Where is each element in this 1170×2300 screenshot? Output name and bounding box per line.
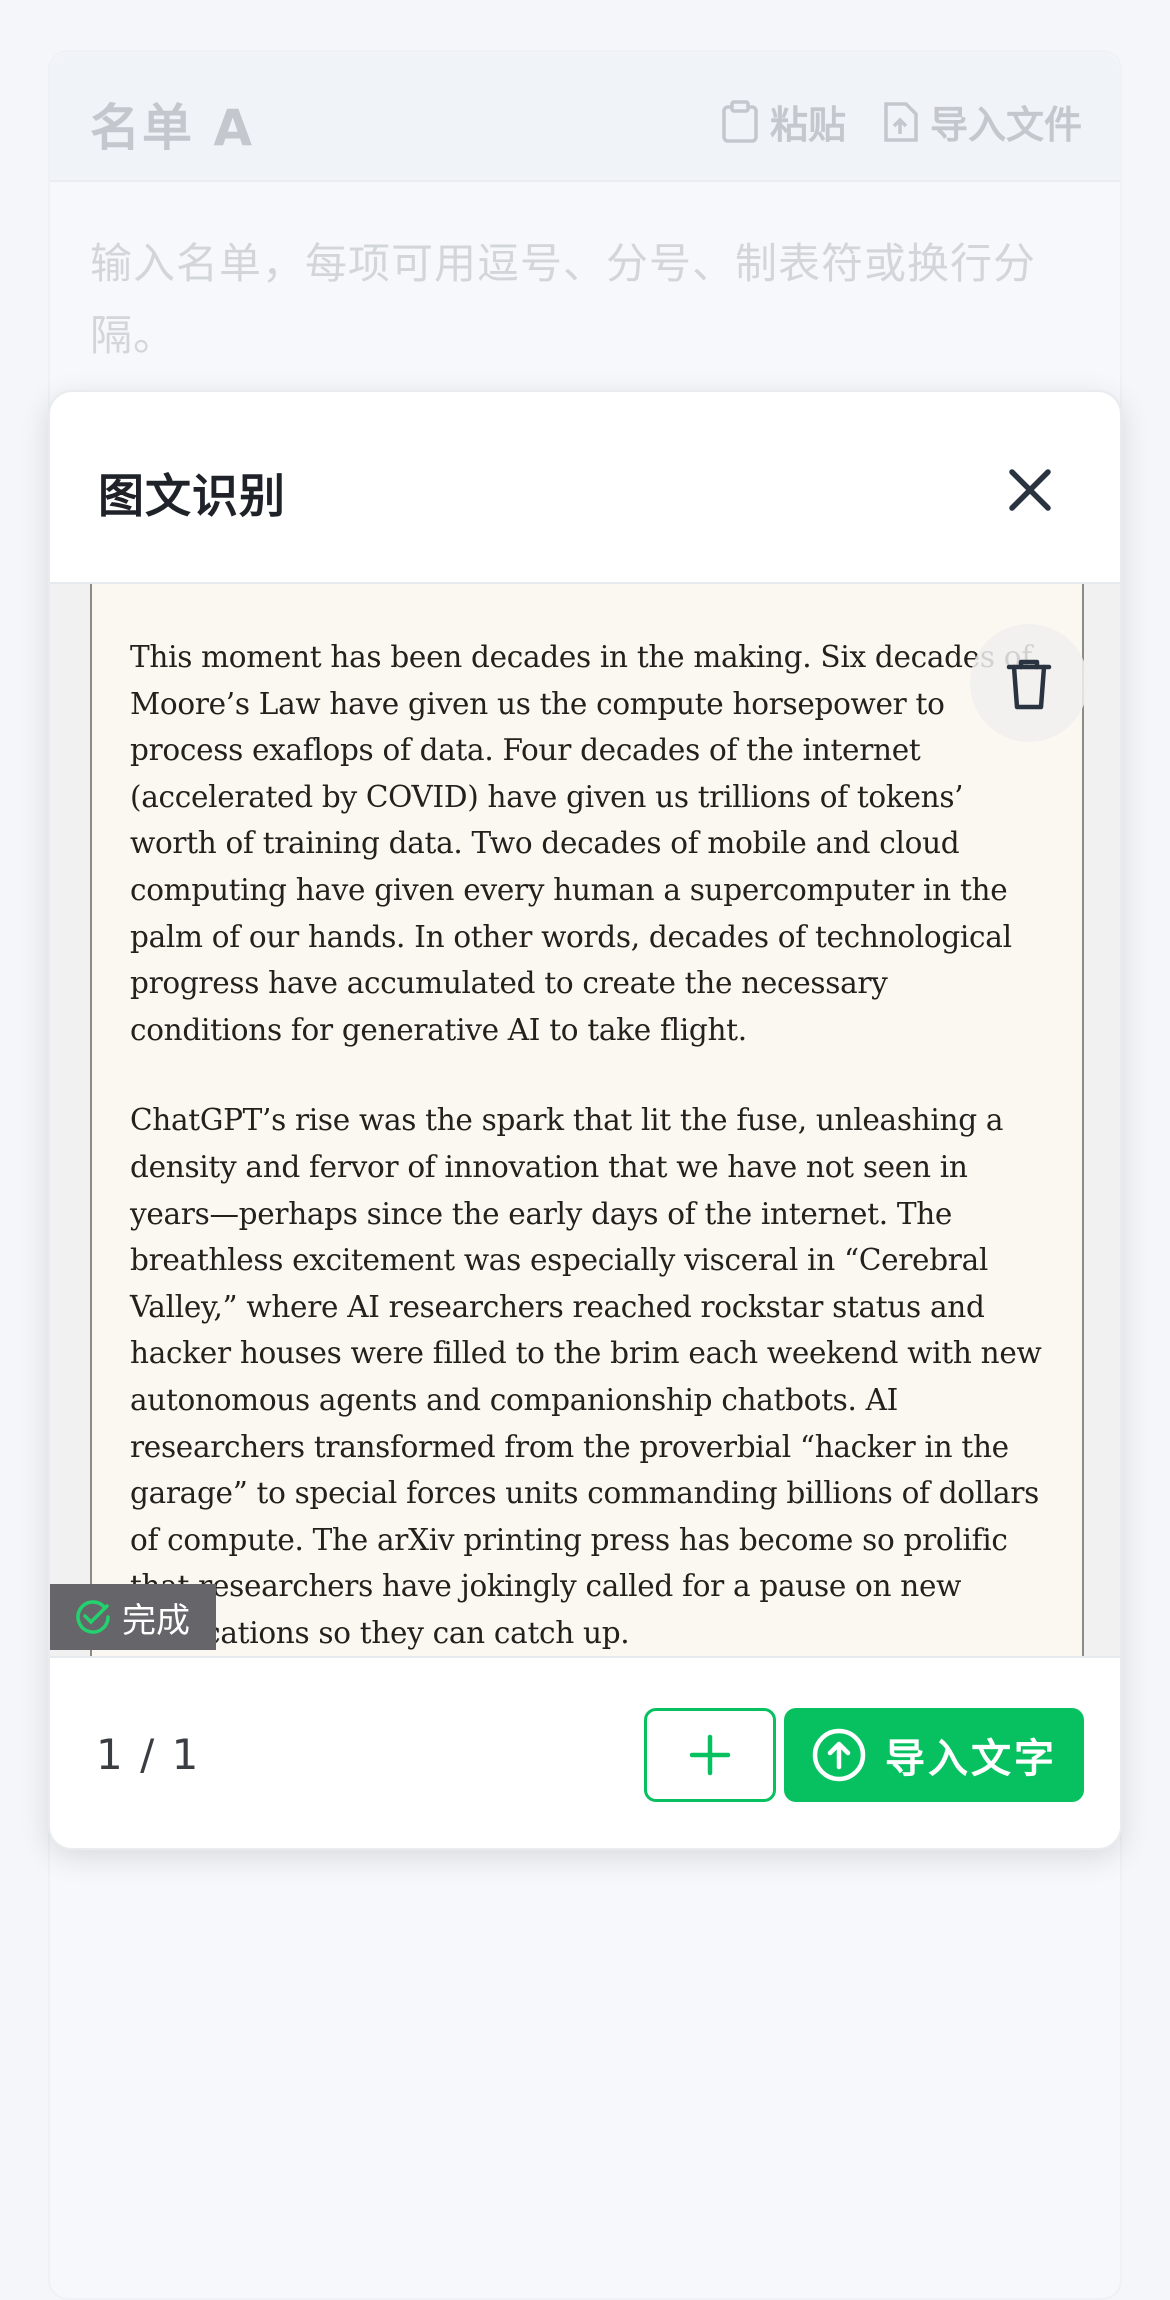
image-paragraph-2: ChatGPT’s rise was the spark that lit th… — [130, 1103, 1042, 1650]
page-indicator: 1 / 1 — [96, 1730, 201, 1779]
file-upload-icon — [884, 101, 918, 142]
modal-header: 图文识别 — [50, 392, 1120, 584]
image-paragraph-1: This moment has been decades in the maki… — [130, 640, 1032, 1047]
list-card-header: 名单 A 粘贴 导入文件 — [50, 52, 1120, 182]
ocr-image-preview: This moment has been decades in the maki… — [50, 584, 1120, 1656]
import-file-label: 导入文件 — [930, 103, 1083, 147]
add-image-button[interactable] — [644, 1708, 776, 1802]
import-text-button[interactable]: 导入文字 — [784, 1708, 1084, 1802]
plus-icon — [689, 1734, 731, 1776]
close-icon — [1009, 469, 1051, 511]
check-circle-icon — [76, 1600, 110, 1634]
scanned-page-image: This moment has been decades in the maki… — [90, 584, 1084, 1656]
list-title: 名单 A — [90, 99, 255, 157]
status-badge: 完成 — [50, 1584, 216, 1650]
delete-image-button[interactable] — [970, 624, 1088, 742]
modal-title: 图文识别 — [98, 469, 286, 523]
modal-footer: 1 / 1 导入文字 — [50, 1656, 1120, 1848]
paste-button[interactable]: 粘贴 — [720, 94, 846, 149]
ocr-modal: 图文识别 This moment has been decades in the… — [48, 390, 1122, 1850]
paste-label: 粘贴 — [770, 103, 847, 147]
status-label: 完成 — [122, 1600, 190, 1641]
upload-circle-icon — [812, 1728, 866, 1782]
trash-icon — [1006, 659, 1052, 710]
import-text-label: 导入文字 — [885, 1736, 1057, 1782]
close-button[interactable] — [1000, 460, 1060, 520]
clipboard-icon — [722, 99, 758, 143]
list-input-placeholder[interactable]: 输入名单，每项可用逗号、分号、制表符或换行分隔。 — [90, 228, 1090, 372]
import-file-button[interactable]: 导入文件 — [880, 94, 1082, 149]
